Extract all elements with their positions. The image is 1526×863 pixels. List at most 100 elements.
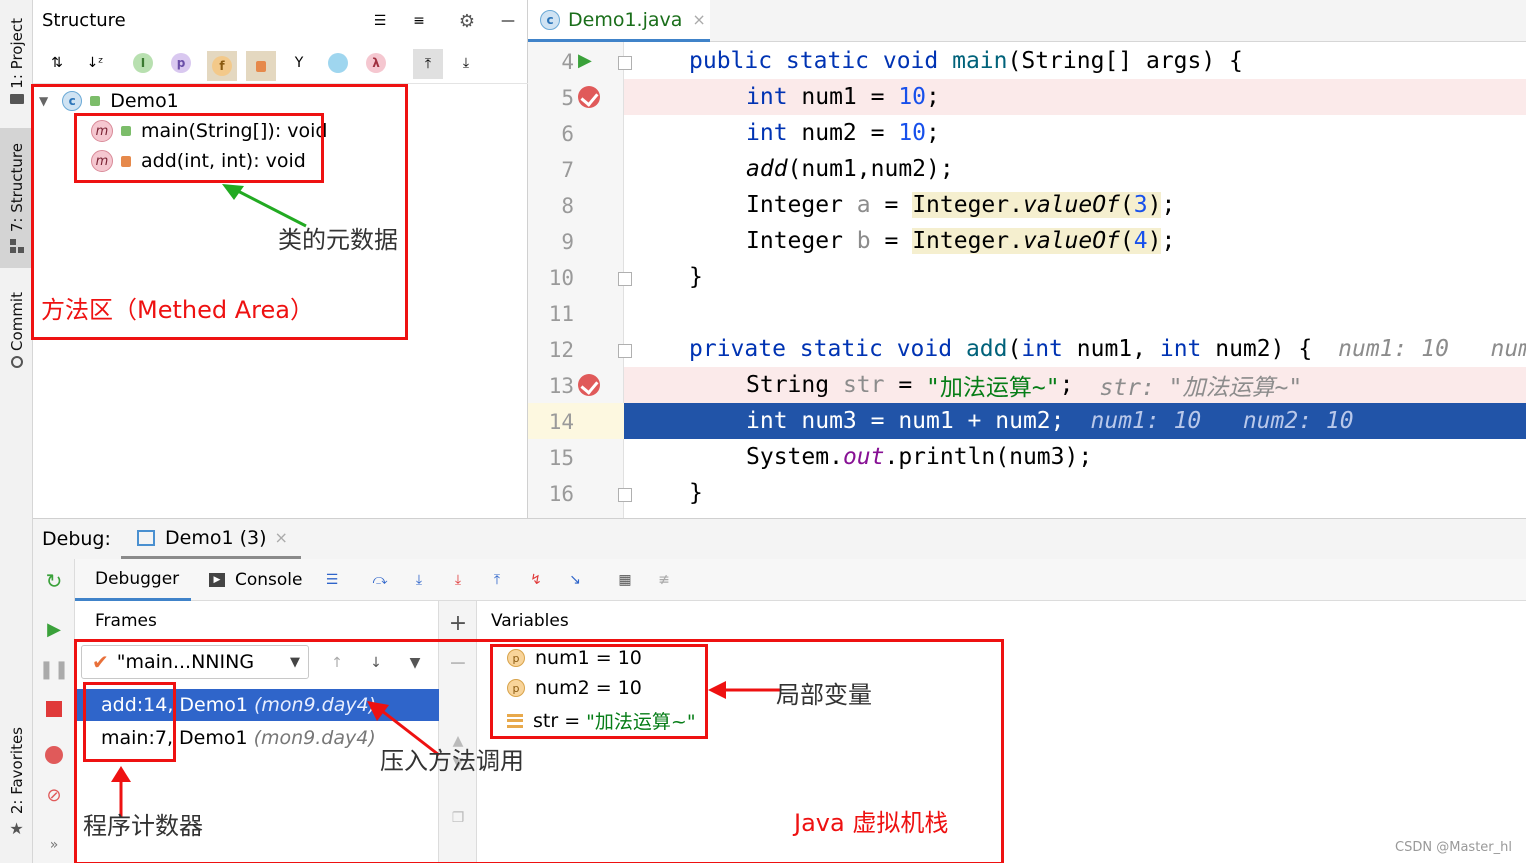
code-line-8[interactable]: Integer a = Integer.valueOf(3); [624,187,1526,223]
tool-tab-structure[interactable]: 7: Structure [0,128,33,268]
code-token: 4 [1133,228,1148,254]
step-into-icon[interactable]: ⤓ [407,568,431,592]
sort-alphabetically-icon[interactable]: ↓ᶻ [83,51,107,75]
force-step-into-icon[interactable]: ⤓ [446,568,470,592]
tab-debugger-label: Debugger [95,568,180,589]
code-token: add [965,336,1008,362]
code-token: ; [1059,372,1074,398]
jvm-stack-annotation: Java 虚拟机栈 [794,809,949,837]
debug-header: Debug: Demo1 (3) × [33,519,1526,559]
code-token: 10 [898,120,927,146]
show-lambdas-icon[interactable]: λ [364,51,388,75]
layout-icon[interactable]: ☰ [320,568,344,592]
code-line-15[interactable]: System. out .println(num3); [624,439,1526,475]
code-token: ) [1147,192,1162,218]
inline-debug-value: str: "加法运算~" [1099,375,1303,401]
code-token: str [842,372,885,398]
autoscroll-from-source-icon[interactable]: ⤓ [454,51,478,75]
close-tab-icon[interactable]: × [692,10,705,29]
code-line-14[interactable]: int num3 = num1 + num2; num1: 10 num2: 10 [624,403,1526,439]
view-breakpoints-icon[interactable] [42,743,66,767]
class-metadata-box [74,113,324,183]
close-session-icon[interactable]: × [275,528,288,547]
run-icon[interactable]: ▶ [578,50,592,71]
line-number: 7 [561,158,574,182]
code-line-13[interactable]: String str = "加法运算~"; str: "加法运算~" [624,367,1526,403]
breakpoint-icon[interactable] [578,86,600,108]
code-token: = [870,192,913,218]
code-line-12[interactable]: private static void add(int num1, int nu… [624,331,1526,367]
minimize-icon[interactable]: — [496,9,520,33]
expand-all-icon[interactable]: ☰ [368,9,392,33]
pause-icon[interactable]: ❚❚ [39,657,69,681]
mute-breakpoints-icon[interactable]: ⊘ [42,783,66,807]
code-token: valueOf [1022,192,1120,218]
sort-by-visibility-icon[interactable]: ⇅ [45,51,69,75]
java-class-icon: c [540,9,560,30]
code-token: ) [1147,228,1162,254]
code-line-16[interactable]: } [624,475,1526,511]
show-inherited-icon[interactable]: I [131,51,155,75]
code-token: public static void [689,48,953,74]
folder-icon [9,94,24,105]
structure-title: Structure [42,10,126,31]
code-line-4[interactable]: public static void main (String[] args) { [624,43,1526,79]
tool-tab-structure-label: 7: Structure [7,143,26,233]
show-lambdas-circle-icon[interactable] [326,51,350,75]
code-token: int [746,408,788,434]
variables-title: Variables [491,611,569,631]
tool-tab-project-label: 1: Project [7,17,26,89]
inline-debug-value: num1: 10 num [1338,336,1526,362]
code-token: a [856,192,871,218]
more-icon[interactable]: » [42,833,66,857]
add-watch-icon[interactable]: + [446,611,470,636]
gear-icon[interactable]: ⚙ [455,9,479,33]
structure-header: Structure ☰ ≡ ⚙ — [33,0,528,42]
show-properties-icon[interactable]: p [169,51,193,75]
run-to-cursor-icon[interactable]: ↘ [563,568,587,592]
code-token: "加法运算~" [926,375,1060,401]
drop-frame-icon[interactable]: ↯ [524,568,548,592]
code-line-5[interactable]: int num1 = 10; [624,79,1526,115]
code-line-7[interactable]: add (num1,num2); [624,151,1526,187]
stop-icon[interactable] [42,697,66,721]
tool-tab-project[interactable]: 1: Project [0,6,33,116]
autoscroll-to-source-icon[interactable]: ⤒ [413,49,443,79]
code-token: num3 = num1 + num2; [787,408,1065,434]
trace-stream-icon[interactable]: ≢ [652,568,676,592]
debug-session-tab[interactable]: Demo1 (3) × [121,519,301,559]
tab-console[interactable]: ▶ Console [209,559,303,601]
line-number: 14 [548,410,574,434]
step-out-icon[interactable]: ⤒ [485,568,509,592]
left-tool-strip: 1: Project 7: Structure Commit 2: Favori… [0,0,33,863]
line-number: 9 [561,230,574,254]
editor-tabbar: c Demo1.java × [528,0,1526,42]
show-fields-icon[interactable]: f [207,51,237,81]
application-icon [137,529,155,546]
collapse-all-icon[interactable]: ≡ [407,9,431,33]
code-line-10[interactable]: } [624,259,1526,295]
code-token: num1 = [787,84,899,110]
resume-icon[interactable]: ▶ [42,617,66,641]
show-non-public-icon[interactable] [246,51,276,81]
watermark: CSDN @Master_hl [1395,840,1512,855]
code-token: System. [746,444,843,470]
rerun-icon[interactable]: ↻ [42,569,66,593]
code-token: 3 [1133,192,1148,218]
show-anonymous-icon[interactable]: Y [287,51,311,75]
code-token: out [842,444,885,470]
step-over-icon[interactable]: ⤼ [368,568,392,592]
code-token: b [856,228,871,254]
tool-tab-commit-label: Commit [7,291,26,351]
tab-debugger[interactable]: Debugger [75,559,191,601]
evaluate-expression-icon[interactable]: ▦ [613,568,637,592]
code-token: (String[] args) { [1007,48,1243,74]
code-line-6[interactable]: int num2 = 10; [624,115,1526,151]
editor-tab-demo1[interactable]: c Demo1.java × [528,0,710,42]
tool-tab-commit[interactable]: Commit [0,280,33,380]
code-line-9[interactable]: Integer b = Integer.valueOf(4); [624,223,1526,259]
tool-tab-favorites[interactable]: 2: Favorites ★ [0,720,33,845]
debug-panel: Debug: Demo1 (3) × ↻ ▶ ❚❚ ⊘ » Debugger ▶… [33,518,1526,863]
breakpoint-icon[interactable] [578,374,600,396]
star-icon: ★ [9,818,24,838]
